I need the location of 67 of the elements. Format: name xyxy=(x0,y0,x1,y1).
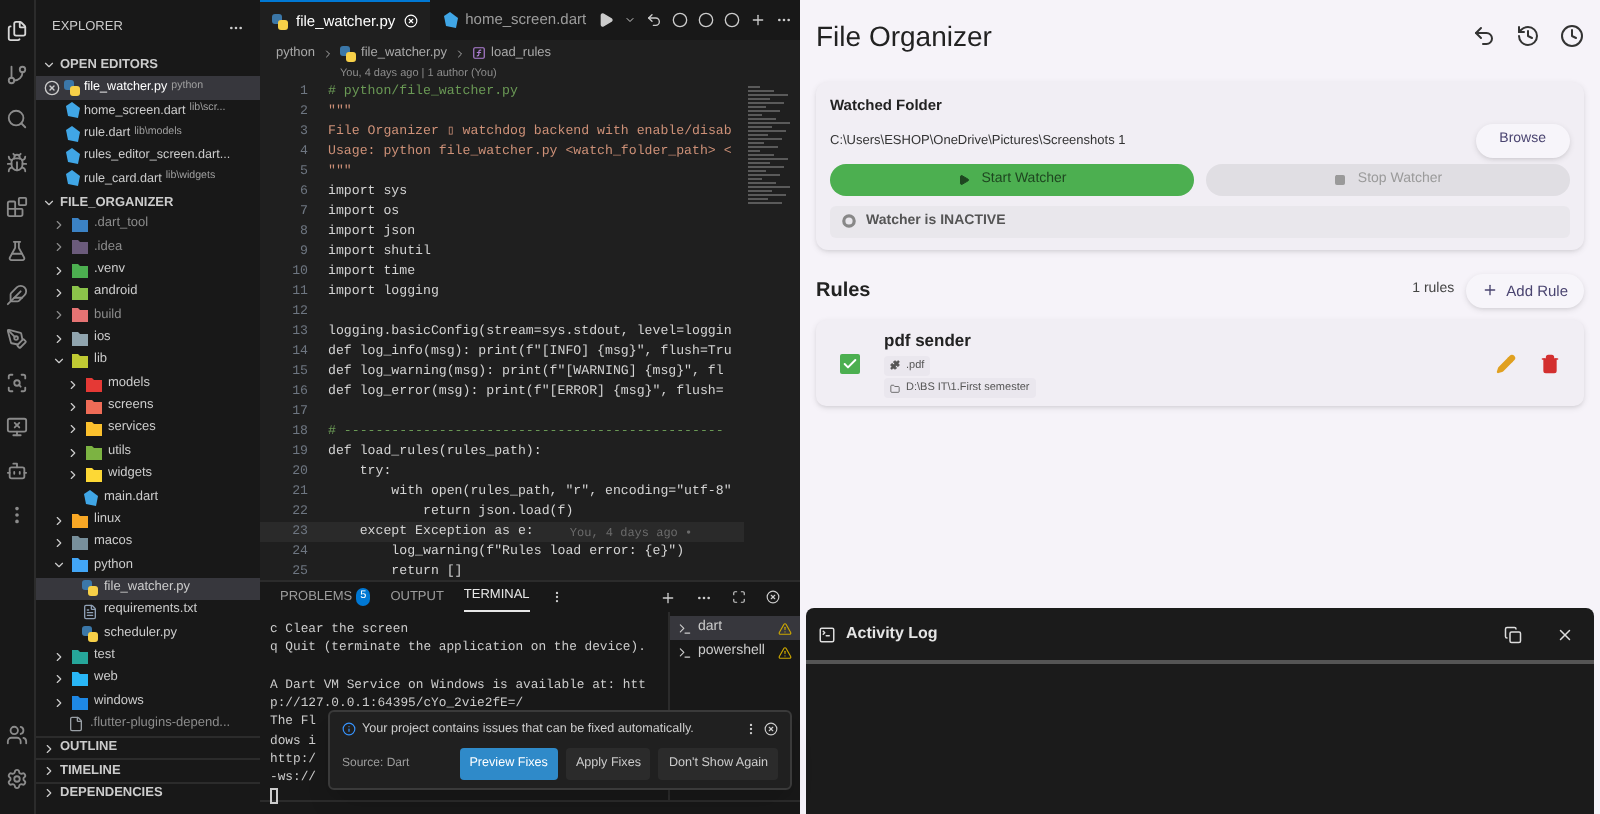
status-dot-icon xyxy=(842,214,856,229)
panel-title: Activity Log xyxy=(846,622,940,646)
function-icon xyxy=(471,46,486,60)
scan-icon[interactable] xyxy=(6,372,28,394)
chevron-down-icon xyxy=(42,58,56,73)
chevron-down-icon xyxy=(52,354,66,369)
pen-icon[interactable] xyxy=(6,328,28,350)
puzzle-icon xyxy=(890,360,900,371)
add-icon[interactable] xyxy=(750,12,767,28)
settings-icon[interactable] xyxy=(6,768,28,790)
dart-file-icon xyxy=(82,489,98,506)
robot-icon[interactable] xyxy=(6,460,28,482)
warning-icon xyxy=(778,621,792,635)
terminal-icon xyxy=(818,625,836,643)
run-icon[interactable] xyxy=(598,12,615,28)
circle-icon[interactable] xyxy=(672,12,689,28)
search-icon[interactable] xyxy=(6,108,28,130)
chevron-down-icon[interactable] xyxy=(624,14,637,26)
chevron-right-icon xyxy=(321,47,334,59)
back-icon[interactable] xyxy=(646,12,663,28)
feather-icon[interactable] xyxy=(6,284,28,306)
circle-icon[interactable] xyxy=(698,12,715,28)
play-icon xyxy=(957,173,970,186)
history-icon[interactable] xyxy=(1516,24,1540,48)
clock-icon[interactable] xyxy=(1560,24,1584,48)
folder-icon xyxy=(890,383,900,394)
rules-heading: Rules xyxy=(816,277,873,306)
chevron-right-icon xyxy=(453,47,466,59)
bug-icon[interactable] xyxy=(6,152,28,174)
circle-icon[interactable] xyxy=(724,12,741,28)
python-file-icon xyxy=(339,45,356,61)
python-file-icon xyxy=(272,13,288,29)
python-file-icon xyxy=(64,79,80,96)
chevron-down-icon xyxy=(42,195,56,210)
rule-name: pdf sender xyxy=(884,328,973,354)
stop-icon xyxy=(1333,173,1346,186)
add-icon[interactable] xyxy=(660,589,676,605)
app-title: File Organizer xyxy=(816,17,994,56)
add-icon xyxy=(1482,282,1499,299)
accounts-icon[interactable] xyxy=(6,724,28,746)
dart-file-icon xyxy=(441,12,458,28)
more-icon[interactable] xyxy=(744,722,758,737)
terminal-icon xyxy=(678,645,692,659)
close-icon[interactable] xyxy=(1556,625,1574,643)
flask-icon[interactable] xyxy=(6,240,28,262)
close-icon[interactable] xyxy=(764,722,778,737)
warning-icon xyxy=(778,645,792,659)
extensions-icon[interactable] xyxy=(6,196,28,218)
close-icon[interactable] xyxy=(766,590,780,604)
monitor-icon[interactable] xyxy=(6,416,28,438)
delete-icon[interactable] xyxy=(1540,353,1560,374)
text-file-icon xyxy=(82,603,98,620)
chevron-down-icon xyxy=(52,558,66,573)
terminal-icon xyxy=(678,621,692,635)
close-icon[interactable] xyxy=(44,79,60,96)
undo-icon[interactable] xyxy=(1472,24,1496,48)
maximize-icon[interactable] xyxy=(732,590,746,604)
python-file-icon xyxy=(82,580,98,597)
copy-icon[interactable] xyxy=(1504,625,1522,643)
python-file-icon xyxy=(82,625,98,642)
files-icon[interactable] xyxy=(6,20,28,42)
info-icon xyxy=(342,722,356,737)
minimap xyxy=(748,86,792,204)
rule-checkbox[interactable] xyxy=(840,353,860,374)
file-icon xyxy=(68,716,84,733)
check-icon xyxy=(842,355,858,372)
source-control-icon[interactable] xyxy=(6,64,28,86)
